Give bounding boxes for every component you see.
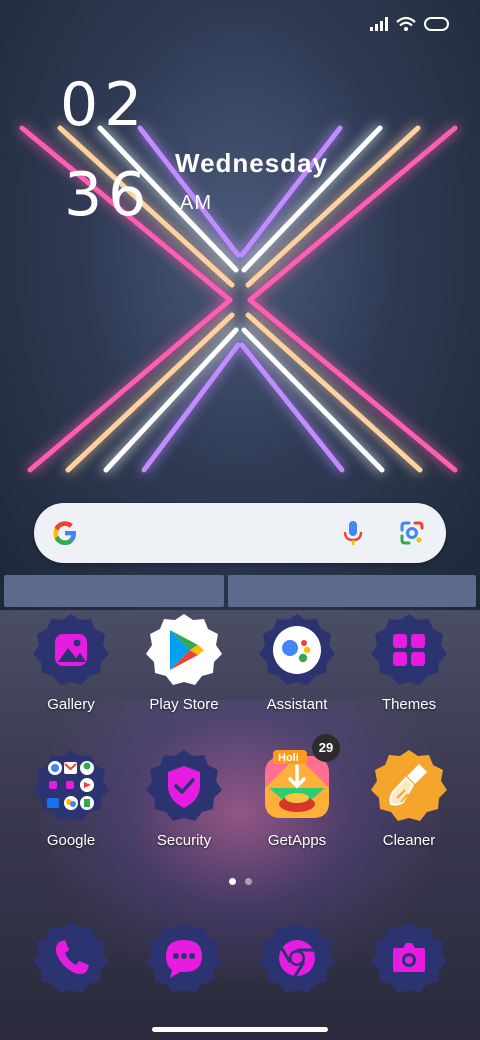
app-label: Themes bbox=[381, 696, 437, 713]
app-label: Play Store bbox=[149, 696, 219, 713]
svg-text:Holi: Holi bbox=[278, 752, 299, 764]
app-cleaner[interactable]: Cleaner bbox=[354, 748, 464, 849]
wifi-icon bbox=[396, 16, 416, 31]
play-store-icon bbox=[146, 614, 222, 685]
messages-icon bbox=[146, 922, 222, 993]
google-lens-icon[interactable] bbox=[398, 519, 426, 547]
app-label: Security bbox=[156, 832, 212, 849]
cleaner-icon bbox=[371, 750, 447, 821]
battery-icon bbox=[424, 17, 449, 31]
app-label: Assistant bbox=[266, 696, 328, 713]
signal-icon bbox=[370, 17, 388, 31]
app-gallery[interactable]: Gallery bbox=[16, 612, 126, 713]
page-dot bbox=[245, 878, 252, 885]
google-folder-icon bbox=[33, 750, 109, 821]
google-search-bar[interactable] bbox=[34, 503, 446, 563]
dock-camera[interactable] bbox=[354, 920, 464, 996]
themes-icon bbox=[371, 614, 447, 685]
page-dot-active bbox=[229, 878, 236, 885]
app-themes[interactable]: Themes bbox=[354, 612, 464, 713]
clock-hour[interactable]: 02 bbox=[60, 70, 148, 140]
google-g-icon bbox=[53, 521, 76, 545]
home-gesture-bar[interactable] bbox=[152, 1027, 328, 1032]
assistant-icon bbox=[259, 614, 335, 685]
dock-messages[interactable] bbox=[129, 920, 239, 996]
app-play-store[interactable]: Play Store bbox=[129, 612, 239, 713]
page-indicator bbox=[229, 878, 252, 885]
phone-icon bbox=[33, 922, 109, 993]
clock-ampm: AM bbox=[180, 192, 212, 214]
clock-day[interactable]: Wednesday bbox=[175, 148, 328, 179]
app-assistant[interactable]: Assistant bbox=[242, 612, 352, 713]
notification-badge: 29 bbox=[312, 734, 340, 762]
app-label: Cleaner bbox=[382, 832, 436, 849]
gallery-icon bbox=[33, 614, 109, 685]
security-icon bbox=[146, 750, 222, 821]
app-label: Google bbox=[46, 832, 96, 849]
app-label: Gallery bbox=[47, 696, 95, 713]
mic-icon[interactable] bbox=[342, 519, 364, 547]
app-google-folder[interactable]: Google bbox=[16, 748, 126, 849]
status-bar bbox=[370, 16, 450, 32]
app-label: GetApps bbox=[267, 832, 327, 849]
app-getapps[interactable]: Holi 29 GetApps bbox=[242, 734, 352, 849]
dock-phone[interactable] bbox=[16, 920, 126, 996]
app-security[interactable]: Security bbox=[129, 748, 239, 849]
dock-chrome[interactable] bbox=[242, 920, 352, 996]
clock-minute[interactable]: 36 bbox=[64, 160, 152, 230]
chrome-icon bbox=[259, 922, 335, 993]
camera-icon bbox=[371, 922, 447, 993]
